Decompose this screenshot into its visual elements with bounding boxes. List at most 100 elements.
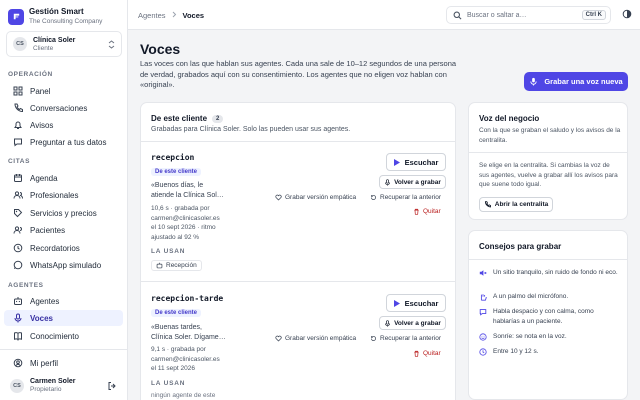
- chat-bubble-icon: [479, 307, 490, 326]
- listen-button[interactable]: Escuchar: [386, 153, 446, 171]
- restore-previous-button[interactable]: Recuperar la anterior: [370, 194, 441, 201]
- tip-item: Un sitio tranquilo, sin ruido de fondo n…: [479, 268, 621, 281]
- tip-item: Entre 10 y 12 s.: [479, 347, 621, 360]
- record-voice-label: Grabar una voz nueva: [544, 77, 623, 86]
- open-switchboard-button[interactable]: Abrir la centralita: [479, 197, 553, 212]
- voice-name: recepcion: [151, 153, 195, 162]
- voice-sample-line: «Buenas tardes,: [151, 324, 202, 331]
- voice-meta-line: carmen@clinicasoler.es: [151, 214, 220, 222]
- client-switcher[interactable]: CS Clínica Soler Cliente: [6, 31, 122, 57]
- voice-meta-line: 9,1 s · grabada por: [151, 346, 206, 353]
- sidebar-item-label: Panel: [30, 86, 51, 96]
- rerecord-label: Volver a grabar: [394, 178, 441, 186]
- business-voice-card: Voz del negocio Con la que se graban el …: [468, 102, 628, 220]
- breadcrumb-parent[interactable]: Agentes: [138, 11, 166, 20]
- hand-icon: [479, 292, 490, 305]
- search-input[interactable]: Buscar o saltar a… Ctrl K: [446, 6, 611, 24]
- page-description: Las voces con las que hablan sus agentes…: [140, 59, 457, 89]
- brand-name: Gestión Smart: [29, 7, 84, 16]
- phone-icon: [12, 102, 24, 114]
- tip-item: A un palmo del micrófono.: [479, 292, 621, 305]
- trash-icon: [413, 350, 420, 357]
- business-voice-subtitle: Con la que se graban el saludo y los avi…: [479, 127, 621, 144]
- record-empathic-button[interactable]: Grabar versión empática: [275, 335, 356, 342]
- sidebar-item-voces[interactable]: Voces: [4, 310, 123, 326]
- user-name: Carmen Soler: [30, 378, 76, 385]
- tip-text: Habla despacio y con calma, como hablarí…: [493, 308, 594, 325]
- nav-section-operacion: OPERACIÓN: [8, 71, 53, 78]
- phone-icon: [484, 201, 491, 208]
- client-voices-subtitle: Grabadas para Clínica Soler. Solo las pu…: [151, 126, 351, 133]
- used-by-agent-name: Recepción: [166, 262, 197, 269]
- brand-tagline: The Consulting Company: [29, 18, 103, 25]
- voice-meta-line: 10,6 s · grabada por: [151, 205, 210, 212]
- sidebar-item-recordatorios[interactable]: Recordatorios: [4, 240, 123, 256]
- brand[interactable]: Gestión Smart The Consulting Company: [8, 7, 102, 26]
- heart-icon: [275, 194, 282, 201]
- tip-text: A un palmo del micrófono.: [493, 293, 569, 300]
- nav-section-agentes: AGENTES: [8, 282, 44, 289]
- tip-item: Sonríe: se nota en la voz.: [479, 332, 621, 345]
- user-role: Propietario: [30, 386, 62, 393]
- record-voice-button[interactable]: Grabar una voz nueva: [524, 72, 628, 91]
- business-voice-title: Voz del negocio: [479, 114, 540, 123]
- voice-name: recepcion-tarde: [151, 294, 224, 303]
- sidebar-item-agentes[interactable]: Agentes: [4, 293, 123, 309]
- sidebar-item-pacientes[interactable]: Pacientes: [4, 222, 123, 238]
- sidebar-item-label: Avisos: [30, 120, 54, 130]
- logout-icon[interactable]: [107, 381, 117, 393]
- microphone-icon: [529, 77, 538, 86]
- tip-item: Habla despacio y con calma, como hablarí…: [479, 307, 621, 326]
- sidebar-item-avisos[interactable]: Avisos: [4, 117, 123, 133]
- restore-previous-label: Recuperar la anterior: [380, 335, 442, 342]
- theme-toggle-icon[interactable]: [622, 9, 632, 21]
- used-by-agent-pill[interactable]: Recepción: [151, 260, 202, 271]
- used-by-label: LA USAN: [151, 248, 186, 255]
- record-empathic-button[interactable]: Grabar versión empática: [275, 194, 356, 201]
- smile-icon: [479, 332, 490, 345]
- voice-meta: 10,6 s · grabada por carmen@clinicasoler…: [151, 204, 235, 242]
- play-icon: [393, 299, 400, 307]
- sidebar-item-agenda[interactable]: Agenda: [4, 170, 123, 186]
- play-icon: [393, 158, 400, 166]
- sidebar-item-label: Recordatorios: [30, 243, 80, 253]
- chevron-updown-icon: [108, 40, 115, 51]
- sidebar-item-conversaciones[interactable]: Conversaciones: [4, 100, 123, 116]
- rerecord-button[interactable]: Volver a grabar: [379, 175, 446, 189]
- sidebar-item-conocimiento[interactable]: Conocimiento: [4, 328, 123, 344]
- tip-text: Sonríe: se nota en la voz.: [493, 333, 567, 340]
- listen-label: Escuchar: [404, 157, 439, 167]
- undo-icon: [370, 335, 377, 342]
- nav-section-citas: CITAS: [8, 158, 31, 165]
- avatar: CS: [10, 378, 24, 393]
- voice-meta-line: el 11 sept 2026: [151, 365, 195, 372]
- sidebar-item-servicios[interactable]: Servicios y precios: [4, 205, 123, 221]
- sidebar-item-panel[interactable]: Panel: [4, 83, 123, 99]
- book-icon: [12, 330, 24, 342]
- record-empathic-label: Grabar versión empática: [285, 194, 357, 201]
- tag-icon: [12, 207, 24, 219]
- voice-meta-line: carmen@clinicasoler.es: [151, 355, 220, 363]
- sidebar-item-label: Profesionales: [30, 190, 79, 200]
- volume-off-icon: [479, 268, 490, 281]
- sidebar-item-mi-perfil[interactable]: Mi perfil: [4, 355, 123, 371]
- restore-previous-button[interactable]: Recuperar la anterior: [370, 335, 441, 342]
- voice-meta-line: el 10 sept 2026 · ritmo: [151, 224, 216, 231]
- page-title: Voces: [140, 41, 181, 57]
- sidebar-item-whatsapp[interactable]: WhatsApp simulado: [4, 257, 123, 273]
- rerecord-button[interactable]: Volver a grabar: [379, 316, 446, 330]
- top-bar: Agentes Voces Buscar o saltar a… Ctrl K: [128, 0, 640, 30]
- listen-button[interactable]: Escuchar: [386, 294, 446, 312]
- remove-voice-button[interactable]: Quitar: [413, 350, 441, 357]
- sidebar-item-preguntar-datos[interactable]: Preguntar a tus datos: [4, 134, 123, 150]
- chevron-right-icon: [172, 11, 177, 20]
- remove-voice-button[interactable]: Quitar: [413, 208, 441, 215]
- sidebar-item-profesionales[interactable]: Profesionales: [4, 187, 123, 203]
- remove-voice-label: Quitar: [423, 350, 441, 357]
- business-voice-body: Se elige en la centralita. Si cambias la…: [479, 162, 618, 188]
- client-voices-card: De este cliente 2 Grabadas para Clínica …: [140, 102, 456, 400]
- sidebar-item-label: Conocimiento: [30, 331, 79, 341]
- user-card: CS Carmen Soler Propietario: [10, 377, 76, 394]
- users-icon: [12, 224, 24, 236]
- search-icon: [453, 11, 462, 20]
